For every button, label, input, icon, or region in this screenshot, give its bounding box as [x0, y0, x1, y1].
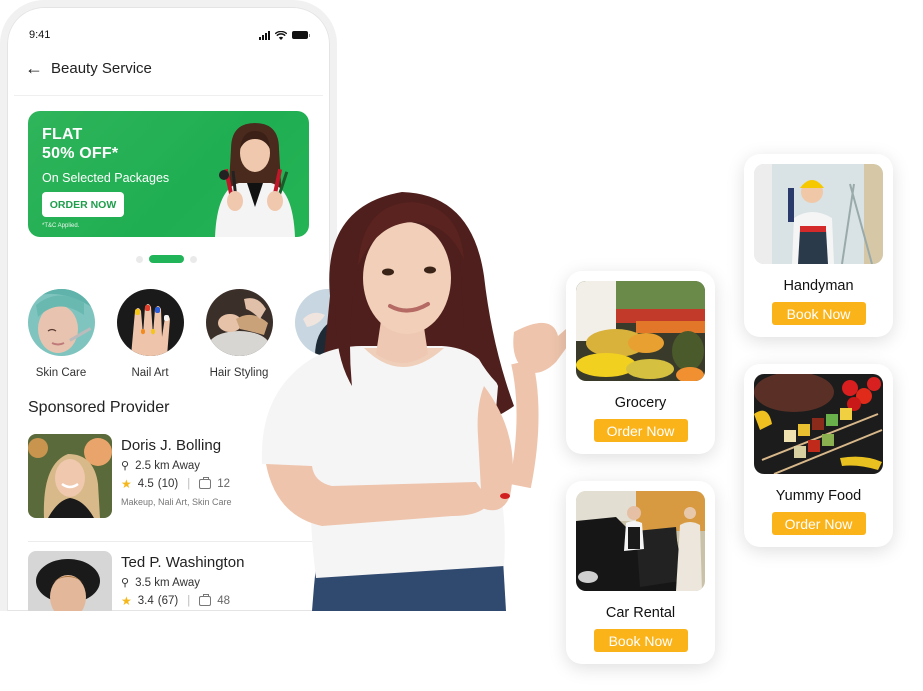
provider-distance: 2.5 km Away [135, 459, 201, 472]
provider-tags: Makeup, Nali Art, Skin Care [121, 497, 232, 507]
phone-speaker [144, 2, 206, 6]
page-title: Beauty Service [51, 59, 152, 77]
service-name: Yummy Food [775, 488, 862, 504]
service-card-yummy-food[interactable]: Yummy Food Order Now [744, 364, 893, 547]
provider-rating: 4.5 [137, 478, 154, 490]
signal-icon [259, 30, 270, 40]
carousel-indicator [136, 255, 197, 263]
yummy-food-image [754, 374, 883, 474]
service-name: Handyman [783, 278, 854, 294]
order-now-button[interactable]: Order Now [771, 512, 866, 535]
presenter-woman-image [261, 192, 581, 611]
separator: | [187, 478, 191, 490]
battery-icon [292, 31, 310, 39]
status-bar: 9:41 [29, 27, 310, 43]
service-name: Grocery [614, 395, 667, 411]
banner-line-1: FLAT [42, 126, 83, 143]
carousel-dot[interactable] [190, 255, 197, 263]
provider-jobs: 12 [217, 478, 231, 490]
briefcase-icon [199, 594, 212, 606]
carousel-dot[interactable] [136, 255, 143, 263]
service-card-handyman[interactable]: Handyman Book Now [744, 154, 893, 337]
service-name: Car Rental [605, 605, 676, 621]
provider-jobs: 48 [217, 595, 231, 607]
star-icon: ★ [121, 594, 132, 608]
app-header: ← Beauty Service [25, 59, 152, 77]
car-rental-image [576, 491, 705, 591]
wifi-icon [275, 30, 287, 40]
banner-terms: *T&C Applied. [42, 223, 80, 229]
section-title: Sponsored Provider [28, 399, 170, 416]
skin-care-image [27, 289, 95, 356]
separator: | [187, 595, 191, 607]
order-now-button[interactable]: ORDER NOW [42, 192, 124, 217]
provider-avatar [28, 434, 112, 518]
carousel-dot-active[interactable] [149, 255, 184, 263]
grocery-image [576, 281, 705, 381]
category-nail-art[interactable]: Nail Art [116, 289, 184, 379]
briefcase-icon [199, 477, 212, 489]
provider-reviews: (10) [157, 478, 179, 490]
service-card-car-rental[interactable]: Car Rental Book Now [566, 481, 715, 664]
category-skin-care[interactable]: Skin Care [27, 289, 95, 379]
book-now-button[interactable]: Book Now [771, 302, 866, 325]
provider-distance: 3.5 km Away [135, 576, 201, 589]
banner-subtitle: On Selected Packages [42, 171, 170, 185]
book-now-button[interactable]: Book Now [593, 629, 688, 652]
provider-name: Ted P. Washington [121, 554, 245, 571]
handyman-image [754, 164, 883, 264]
status-time: 9:41 [29, 29, 51, 41]
arrow-left-icon[interactable]: ← [25, 59, 43, 77]
provider-name: Doris J. Bolling [121, 437, 222, 454]
location-pin-icon: ⚲ [121, 577, 130, 589]
banner-line-2: 50% OFF* [42, 145, 119, 162]
header-divider [14, 95, 323, 96]
star-icon: ★ [121, 477, 132, 491]
order-now-button[interactable]: Order Now [593, 419, 688, 442]
provider-rating: 3.4 [137, 595, 154, 607]
category-label: Skin Care [35, 367, 87, 379]
provider-avatar [28, 551, 112, 611]
category-label: Nail Art [131, 367, 169, 379]
provider-reviews: (67) [157, 595, 179, 607]
location-pin-icon: ⚲ [121, 460, 130, 472]
nail-art-image [116, 289, 184, 356]
service-card-grocery[interactable]: Grocery Order Now [566, 271, 715, 454]
